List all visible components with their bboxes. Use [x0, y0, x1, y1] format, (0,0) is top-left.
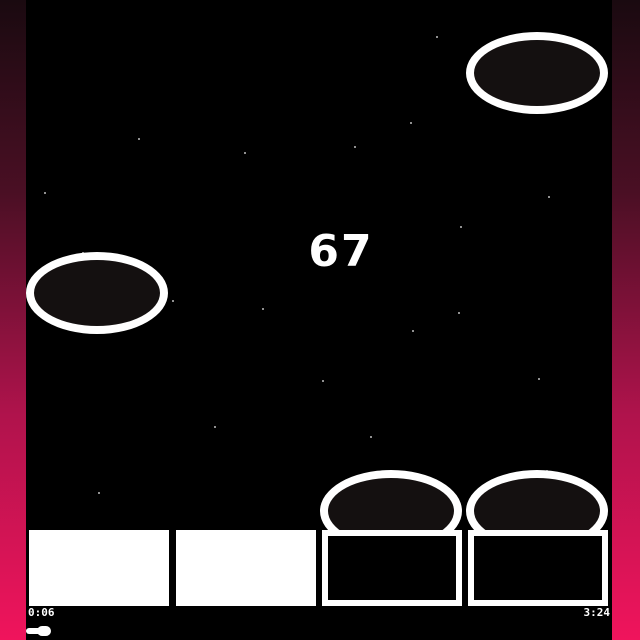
lane-4-tap-tile[interactable] — [468, 530, 608, 606]
elapsed-time: 0:06 — [28, 606, 55, 619]
star — [436, 36, 438, 38]
star — [262, 308, 264, 310]
star — [322, 380, 324, 382]
star — [244, 152, 246, 154]
star — [354, 146, 356, 148]
lane-3-tap-tile[interactable] — [322, 530, 462, 606]
star — [538, 378, 540, 380]
lane-2-tap-tile[interactable] — [176, 530, 316, 606]
star — [410, 122, 412, 124]
falling-note[interactable] — [466, 32, 608, 114]
star — [412, 330, 414, 332]
star — [44, 192, 46, 194]
star — [172, 300, 174, 302]
star — [548, 196, 550, 198]
progress-bar[interactable] — [26, 624, 612, 638]
star — [98, 492, 100, 494]
star — [214, 426, 216, 428]
game-play-area[interactable]: 67 0:06 3:24 — [26, 0, 612, 640]
total-duration: 3:24 — [583, 606, 611, 619]
lane-1-tap-tile[interactable] — [29, 530, 169, 606]
progress-thumb[interactable] — [36, 626, 51, 636]
falling-note[interactable] — [26, 252, 168, 334]
score-counter: 67 — [308, 226, 374, 277]
star — [458, 312, 460, 314]
star — [370, 436, 372, 438]
star — [138, 138, 140, 140]
star — [460, 226, 462, 228]
